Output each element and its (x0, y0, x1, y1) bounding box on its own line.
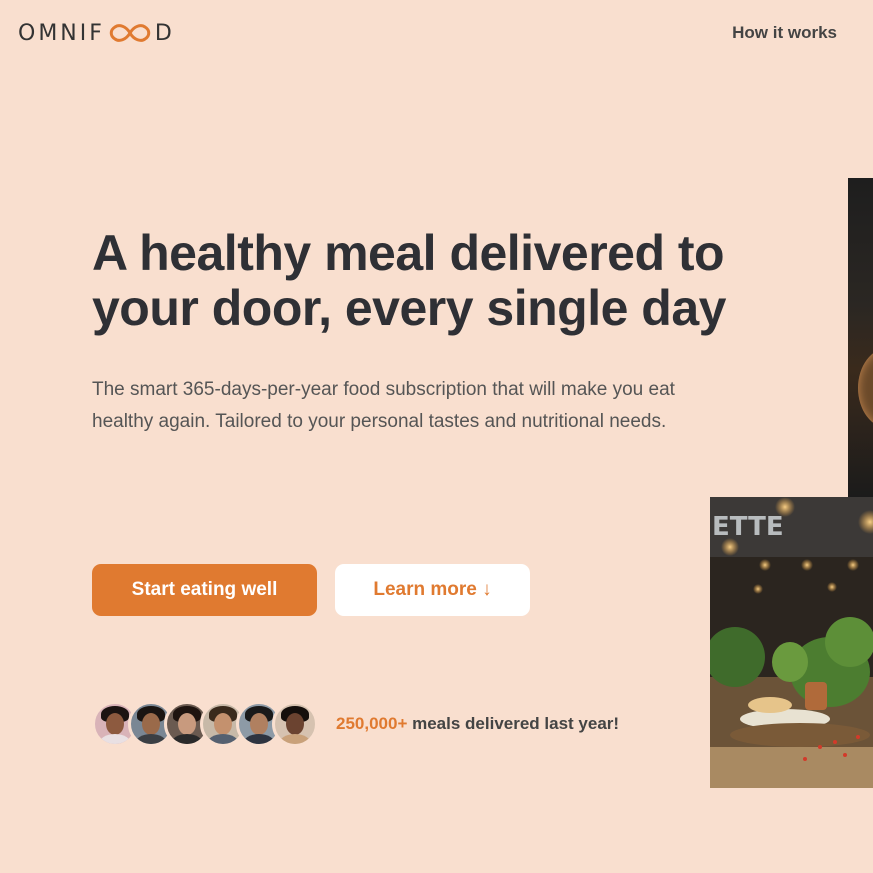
svg-text:ETTE: ETTE (712, 512, 784, 542)
start-eating-well-button[interactable]: Start eating well (92, 564, 317, 616)
logo-text-left: OMNIF (18, 20, 105, 46)
infinity-icon (109, 24, 151, 42)
hero-heading: A healthy meal delivered to your door, e… (92, 225, 726, 336)
hero-section: A healthy meal delivered to your door, e… (92, 226, 732, 438)
omnifood-logo[interactable]: OMNIF D (18, 20, 175, 46)
logo-text-right: D (154, 20, 175, 46)
meals-label: meals delivered last year! (407, 714, 620, 733)
learn-more-button[interactable]: Learn more ↓ (335, 564, 530, 616)
meals-count: 250,000+ (336, 714, 408, 733)
hero-buttons: Start eating well Learn more ↓ (92, 564, 530, 616)
restaurant-photo: ETTE (710, 497, 873, 788)
avatar (272, 701, 318, 747)
hero-image-bottom: ETTE (710, 497, 873, 788)
bowl-shape (858, 348, 873, 428)
hero-image-top (848, 178, 873, 498)
hero-description: The smart 365-days-per-year food subscri… (92, 379, 675, 432)
delivered-meals: 250,000+ meals delivered last year! (92, 697, 619, 751)
customer-avatars (92, 701, 318, 747)
nav-link-how-it-works[interactable]: How it works (732, 23, 837, 43)
meals-delivered-text: 250,000+ meals delivered last year! (336, 714, 619, 734)
